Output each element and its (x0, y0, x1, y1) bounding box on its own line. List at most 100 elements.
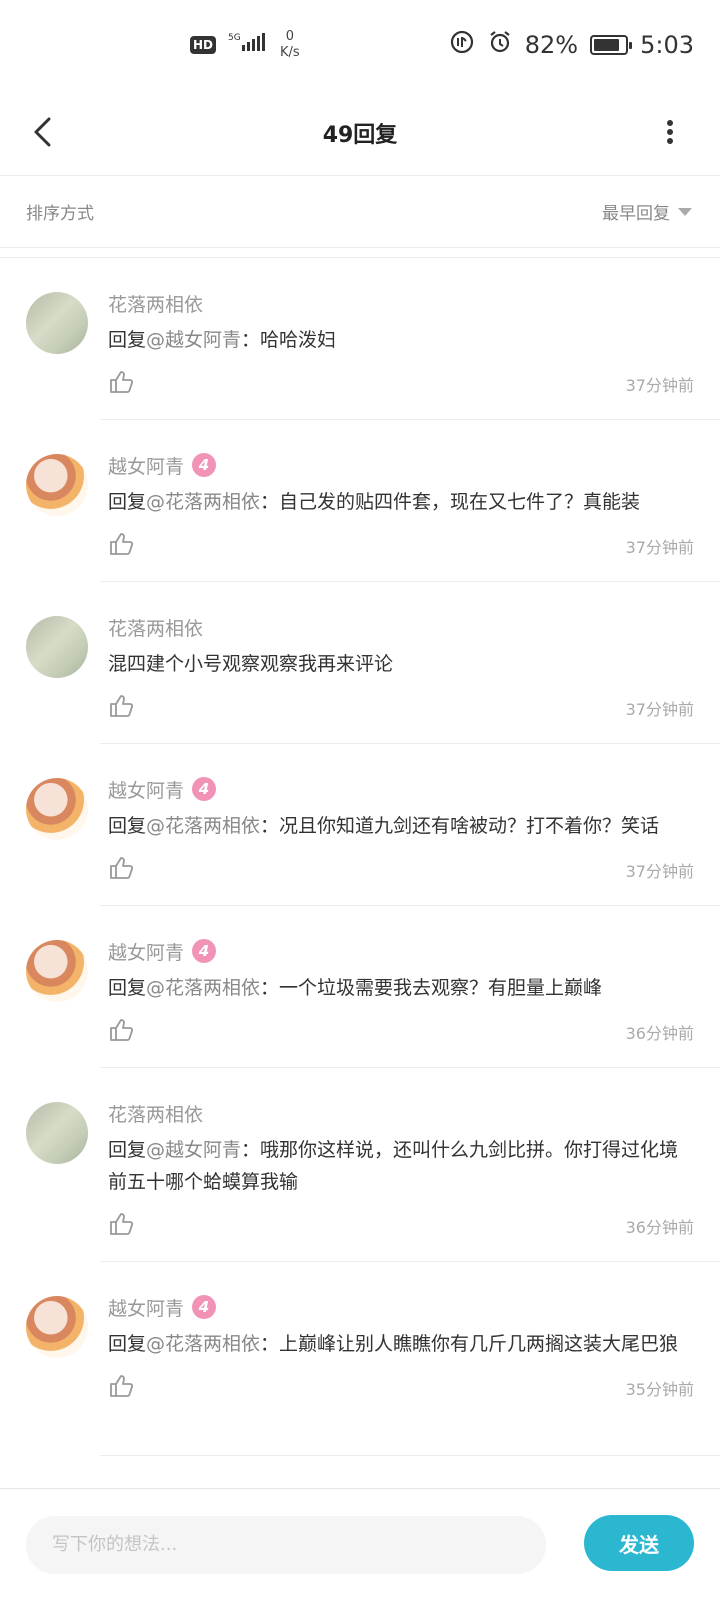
reply-item[interactable]: 花落两相依回复@越女阿青：哈哈泼妇 37分钟前 (0, 258, 720, 420)
comment-input[interactable] (26, 1515, 546, 1574)
sort-dropdown[interactable]: 最早回复 (602, 199, 692, 224)
divider (0, 248, 720, 258)
mention-link[interactable]: @花落两相依 (146, 491, 260, 513)
level-badge: 4 (192, 453, 217, 477)
mention-link[interactable]: @花落两相依 (146, 977, 260, 999)
thumbs-up-icon[interactable] (108, 1373, 134, 1403)
reply-prefix: 回复 (108, 1139, 147, 1161)
alarm-icon (487, 29, 513, 61)
network-type: 5G (228, 33, 241, 43)
thumbs-up-icon[interactable] (108, 1017, 134, 1047)
reply-item[interactable]: 越女阿青 4 回复@花落两相依：一个垃圾需要我去观察？有胆量上巅峰 36分钟前 (0, 906, 720, 1068)
timestamp: 37分钟前 (625, 862, 694, 881)
reply-item[interactable]: 越女阿青 4 回复@花落两相依：上巅峰让别人瞧瞧你有几斤几两搁这装大尾巴狼 35分钟前 (0, 1262, 720, 1456)
reply-colon: ： (260, 1333, 280, 1355)
user-name[interactable]: 越女阿青 (108, 1294, 184, 1321)
reply-text: 回复@花落两相依：上巅峰让别人瞧瞧你有几斤几两搁这装大尾巴狼 (108, 1328, 694, 1360)
avatar[interactable] (26, 1296, 88, 1358)
reply-colon: ： (260, 815, 280, 837)
reply-content: 花落两相依 混四建个小号观察观察我再来评论 37分钟前 (108, 612, 694, 724)
user-name[interactable]: 花落两相依 (108, 614, 203, 641)
avatar[interactable] (26, 454, 88, 516)
reply-text: 回复@越女阿青：哈哈泼妇 (108, 324, 694, 356)
meta-row: 37分钟前 (108, 530, 694, 562)
user-name[interactable]: 越女阿青 (108, 452, 184, 479)
level-badge: 4 (192, 939, 217, 963)
mention-link[interactable]: @花落两相依 (146, 1333, 260, 1355)
reply-body: 哈哈泼妇 (260, 329, 337, 351)
user-name[interactable]: 越女阿青 (108, 776, 184, 803)
reply-colon: ： (260, 491, 280, 513)
reply-content: 花落两相依回复@越女阿青：哈哈泼妇 37分钟前 (108, 288, 694, 400)
user-name[interactable]: 花落两相依 (108, 290, 203, 317)
reply-body: 自己发的贴四件套，现在又七件了？真能装 (279, 491, 641, 513)
reply-item[interactable]: 越女阿青 4 回复@花落两相依：自己发的贴四件套，现在又七件了？真能装 37分钟前 (0, 420, 720, 582)
reply-prefix: 回复 (108, 329, 147, 351)
status-right: 82% 5:03 (449, 29, 694, 61)
hd-badge: HD (190, 36, 217, 54)
reply-content: 越女阿青 4 回复@花落两相依：一个垃圾需要我去观察？有胆量上巅峰 36分钟前 (108, 936, 694, 1048)
timestamp: 37分钟前 (625, 538, 694, 557)
signal-icon: 5G (228, 31, 268, 59)
level-badge: 4 (192, 777, 217, 801)
avatar[interactable] (26, 1102, 88, 1164)
page-title: 49回复 (322, 122, 398, 148)
avatar[interactable] (26, 778, 88, 840)
avatar[interactable] (26, 940, 88, 1002)
reply-text: 回复@花落两相依：自己发的贴四件套，现在又七件了？真能装 (108, 486, 694, 518)
name-row: 越女阿青 4 (108, 1292, 694, 1322)
more-button[interactable] (660, 112, 680, 152)
reply-content: 越女阿青 4 回复@花落两相依：自己发的贴四件套，现在又七件了？真能装 37分钟前 (108, 450, 694, 562)
meta-row: 35分钟前 (108, 1372, 694, 1404)
send-button[interactable]: 发送 (584, 1515, 694, 1571)
reply-colon: ： (241, 1139, 261, 1161)
level-badge: 4 (192, 1295, 217, 1319)
reply-prefix: 回复 (108, 1333, 147, 1355)
thumbs-up-icon[interactable] (108, 531, 134, 561)
meta-row: 36分钟前 (108, 1210, 694, 1242)
reply-prefix: 回复 (108, 977, 147, 999)
name-row: 越女阿青 4 (108, 774, 694, 804)
avatar[interactable] (26, 292, 88, 354)
reply-prefix: 回复 (108, 491, 147, 513)
sort-label: 排序方式 (26, 204, 94, 224)
status-bar: HD 5G 0 K/s 82% 5:03 (0, 0, 720, 90)
reply-prefix: 回复 (108, 815, 147, 837)
reply-text: 回复@越女阿青：哦那你这样说，还叫什么九剑比拼。你打得过化境前五十哪个蛤蟆算我输 (108, 1134, 694, 1198)
reply-text: 回复@花落两相依：一个垃圾需要我去观察？有胆量上巅峰 (108, 972, 694, 1004)
back-button[interactable] (22, 112, 62, 152)
name-row: 越女阿青 4 (108, 450, 694, 480)
user-name[interactable]: 越女阿青 (108, 938, 184, 965)
timestamp: 36分钟前 (625, 1218, 694, 1237)
battery-icon (590, 35, 633, 55)
thumbs-up-icon[interactable] (108, 1211, 134, 1241)
mention-link[interactable]: @越女阿青 (146, 329, 241, 351)
net-speed: 0 K/s (280, 29, 300, 61)
net-speed-value: 0 (285, 29, 294, 44)
reply-content: 越女阿青 4 回复@花落两相依：况且你知道九剑还有啥被动？打不着你？笑话 37分钟前 (108, 774, 694, 886)
thumbs-up-icon[interactable] (108, 693, 134, 723)
reply-item[interactable]: 花落两相依回复@越女阿青：哦那你这样说，还叫什么九剑比拼。你打得过化境前五十哪个… (0, 1068, 720, 1262)
mention-link[interactable]: @越女阿青 (146, 1139, 241, 1161)
more-vertical-icon (667, 120, 673, 144)
reply-colon: ： (241, 329, 261, 351)
chevron-left-icon (34, 117, 51, 147)
mention-link[interactable]: @花落两相依 (146, 815, 260, 837)
caret-down-icon (678, 207, 692, 216)
name-row: 越女阿青 4 (108, 936, 694, 966)
meta-row: 37分钟前 (108, 368, 694, 400)
meta-row: 37分钟前 (108, 854, 694, 886)
reply-body: 况且你知道九剑还有啥被动？打不着你？笑话 (279, 815, 660, 837)
thumbs-up-icon[interactable] (108, 369, 134, 399)
thumbs-up-icon[interactable] (108, 855, 134, 885)
divider (100, 1455, 720, 1456)
battery-level (594, 39, 619, 51)
battery-percent: 82% (524, 31, 579, 59)
clock: 5:03 (640, 31, 694, 59)
reply-item[interactable]: 越女阿青 4 回复@花落两相依：况且你知道九剑还有啥被动？打不着你？笑话 37分钟前 (0, 744, 720, 906)
reply-list: 花落两相依 回复@越女阿青：哈哈泼妇 37分钟前 越女阿青 4 回复@花落两相依：自己发的… (0, 258, 720, 1456)
avatar[interactable] (26, 616, 88, 678)
reply-item[interactable]: 花落两相依 混四建个小号观察观察我再来评论 37分钟前 (0, 582, 720, 744)
reply-colon: ： (260, 977, 280, 999)
user-name[interactable]: 花落两相依 (108, 1100, 203, 1127)
